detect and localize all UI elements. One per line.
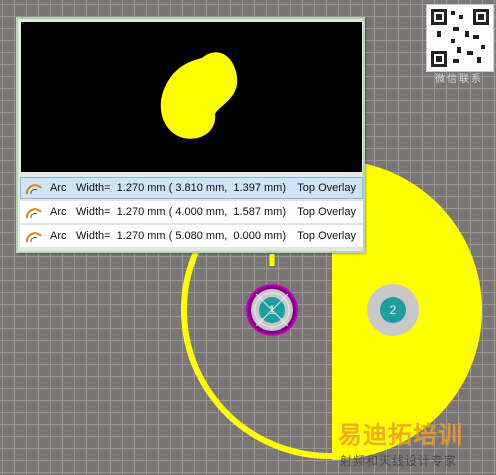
object-type: Arc [50,206,67,218]
watermark-title: 易迪拓培训 [338,422,463,449]
object-type: Arc [50,230,67,242]
arc-icon [25,184,42,195]
object-width: Width= 1.270 mm ( 4.000 mm, 1.587 mm) [76,206,286,218]
selection-preview [21,22,362,172]
object-width: Width= 1.270 mm ( 3.810 mm, 1.397 mm) [76,182,286,194]
object-layer: Top Overlay [297,206,356,218]
watermark-subtitle: 射频和天线设计专家 [340,454,458,468]
object-width: Width= 1.270 mm ( 5.080 mm, 0.000 mm) [76,230,286,242]
preview-canvas [160,52,238,139]
pad-2-number: 2 [390,303,397,317]
object-layer: Top Overlay [297,182,356,194]
object-list: Arc Width= 1.270 mm ( 3.810 mm, 1.397 mm… [20,177,363,249]
pad-1[interactable]: 1 [246,284,298,336]
arc-icon [25,232,42,243]
overlay-outline-arc[interactable] [180,250,333,460]
object-layer: Top Overlay [297,230,356,242]
pad-1-number: 1 [269,303,276,317]
qr-code-image [426,4,494,72]
pad-2[interactable]: 2 [367,284,419,336]
object-row-1[interactable]: Arc Width= 1.270 mm ( 3.810 mm, 1.397 mm… [20,177,363,199]
qr-caption: 微信联系 [435,74,483,85]
qr-code-icon [431,9,489,67]
object-row-2[interactable]: Arc Width= 1.270 mm ( 4.000 mm, 1.587 mm… [20,201,363,223]
arc-icon [25,208,42,219]
object-row-3[interactable]: Arc Width= 1.270 mm ( 5.080 mm, 0.000 mm… [20,225,363,247]
object-type: Arc [50,182,67,194]
arc-pick-popup: Arc Width= 1.270 mm ( 3.810 mm, 1.397 mm… [16,17,365,253]
preview-arc-shape [160,52,238,139]
